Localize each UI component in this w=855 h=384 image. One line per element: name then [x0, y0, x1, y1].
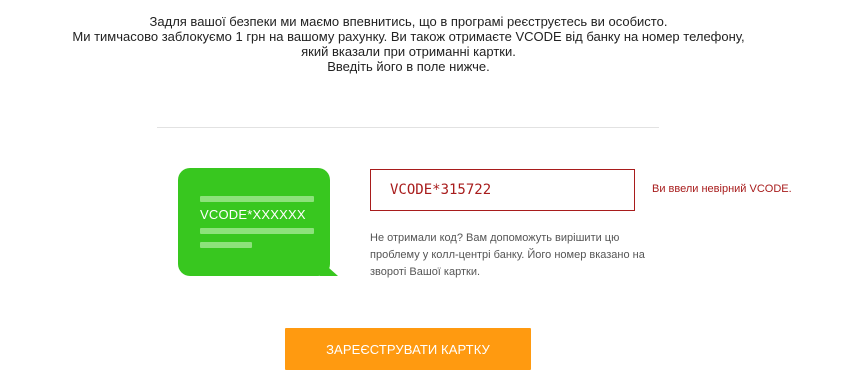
sms-code-example: VCODE*XXXXXX: [200, 207, 306, 222]
text-line-placeholder: [200, 228, 314, 234]
intro-line: який вказали при отриманні картки.: [301, 44, 516, 59]
vcode-error-message: Ви ввели невірний VCODE.: [652, 183, 792, 195]
intro-line: Введіть його в поле нижче.: [327, 59, 490, 74]
text-line-placeholder: [200, 242, 252, 248]
vcode-hint: Не отримали код? Вам допоможуть вирішити…: [370, 232, 645, 278]
divider: [157, 127, 659, 128]
intro-text: Задля вашої безпеки ми маємо впевнитись,…: [0, 14, 817, 74]
bubble-tail: [320, 260, 338, 276]
intro-line: Задля вашої безпеки ми маємо впевнитись,…: [149, 14, 668, 29]
sms-bubble-illustration: VCODE*XXXXXX: [178, 168, 338, 276]
vcode-input[interactable]: [370, 169, 635, 211]
text-line-placeholder: [200, 196, 314, 202]
intro-line: Ми тимчасово заблокуємо 1 грн на вашому …: [72, 29, 745, 44]
register-card-button[interactable]: ЗАРЕЄСТРУВАТИ КАРТКУ: [285, 328, 531, 370]
